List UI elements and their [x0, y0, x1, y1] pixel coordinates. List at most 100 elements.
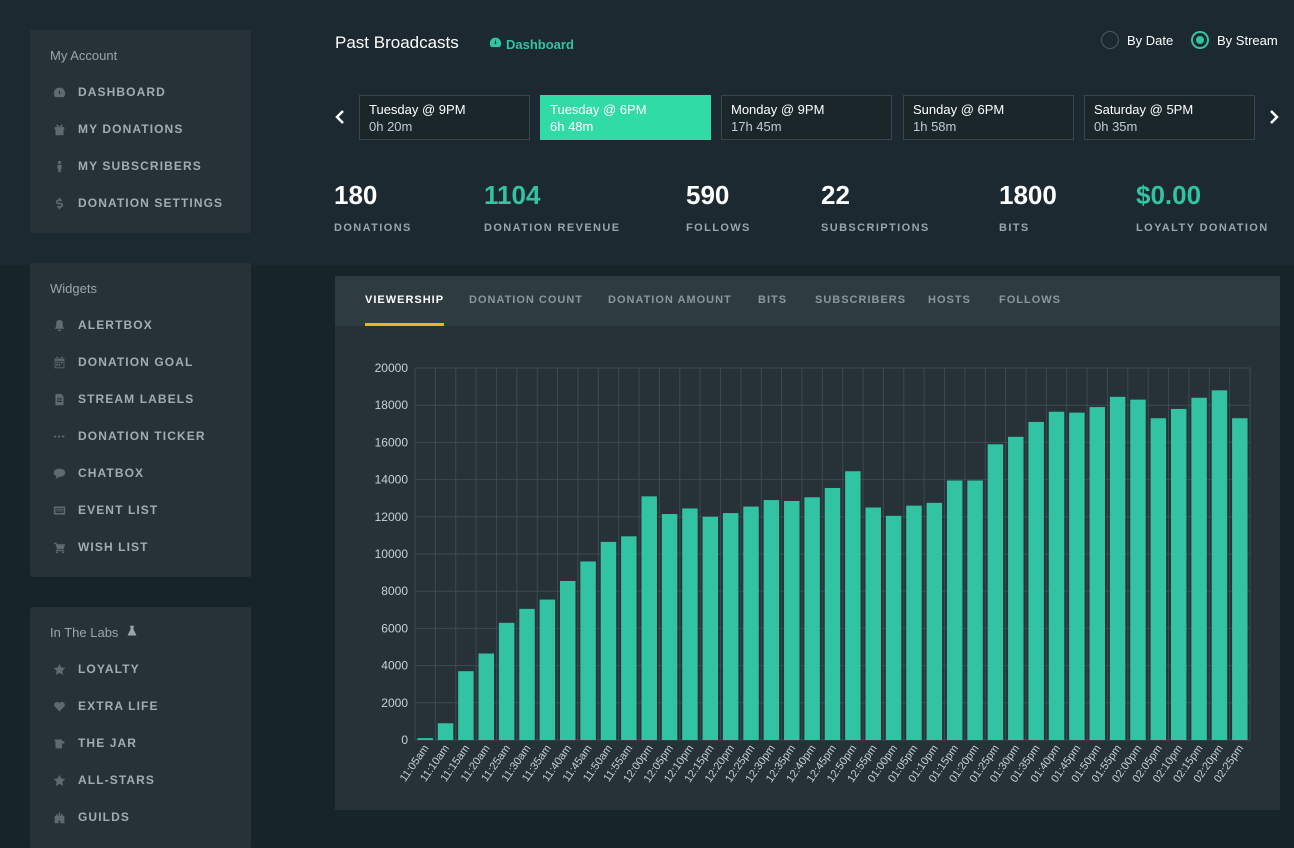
chart-tabs: VIEWERSHIP DONATION COUNT DONATION AMOUN…: [335, 276, 1280, 326]
dashboard-link[interactable]: Dashboard: [489, 36, 574, 52]
sidebar-item-guilds[interactable]: GUILDS: [52, 807, 241, 827]
sidebar-item-label: DONATION TICKER: [78, 429, 206, 443]
sidebar-item-donation-settings[interactable]: DONATION SETTINGS: [52, 193, 241, 213]
broadcast-duration: 1h 58m: [913, 119, 957, 134]
chart-bar: [621, 536, 637, 740]
stat-value: 590: [686, 180, 730, 210]
sidebar-item-label: CHATBOX: [78, 466, 145, 480]
cart-icon: [52, 540, 66, 554]
tab-subscribers[interactable]: SUBSCRIBERS: [815, 294, 906, 326]
sidebar-item-donation-goal[interactable]: DONATION GOAL: [52, 352, 241, 372]
chart-bar: [1048, 411, 1065, 740]
chevron-right-icon: [1270, 110, 1279, 124]
sidebar-item-alertbox[interactable]: ALERTBOX: [52, 315, 241, 335]
y-tick-label: 6000: [381, 621, 408, 635]
sidebar-item-label: WISH LIST: [78, 540, 149, 554]
chart-bar: [1109, 396, 1126, 740]
y-tick-label: 20000: [375, 361, 409, 375]
stat-label: BITS: [999, 222, 1030, 234]
sidebar-item-event-list[interactable]: EVENT LIST: [52, 500, 241, 520]
sidebar-item-dashboard[interactable]: DASHBOARD: [52, 82, 241, 102]
page-title: Past Broadcasts: [335, 33, 459, 52]
sidebar-item-label: MY SUBSCRIBERS: [78, 159, 202, 173]
chart-bar: [641, 496, 657, 740]
broadcast-duration: 17h 45m: [731, 119, 782, 134]
bell-icon: [52, 318, 66, 332]
star-icon: [52, 662, 66, 676]
sidebar-item-all-stars[interactable]: ALL-STARS: [52, 770, 241, 790]
tab-bits[interactable]: BITS: [758, 294, 787, 326]
broadcast-card[interactable]: Tuesday @ 9PM 0h 20m: [359, 95, 530, 140]
next-arrow[interactable]: [1267, 106, 1281, 128]
stat-donations: 180 DONATIONS: [334, 180, 412, 234]
chart-bar: [1008, 436, 1024, 740]
radio-label: By Stream: [1217, 32, 1278, 48]
radio-label: By Date: [1127, 32, 1174, 48]
tab-donation-amount[interactable]: DONATION AMOUNT: [608, 294, 732, 326]
chart-bar: [722, 513, 739, 740]
sidebar-item-stream-labels[interactable]: STREAM LABELS: [52, 389, 241, 409]
broadcast-card-active[interactable]: Tuesday @ 6PM 6h 48m: [540, 95, 711, 140]
sidebar-item-label: EVENT LIST: [78, 503, 159, 517]
chat-icon: [52, 466, 66, 480]
heart-icon: [52, 699, 66, 713]
sidebar-item-chatbox[interactable]: CHATBOX: [52, 463, 241, 483]
tab-donation-count[interactable]: DONATION COUNT: [469, 294, 583, 326]
chart-bar: [702, 516, 719, 740]
widgets-panel: Widgets ALERTBOX DONATION GOAL STREAM LA…: [30, 263, 251, 577]
stat-label: DONATION REVENUE: [484, 222, 621, 234]
sidebar-item-label: EXTRA LIFE: [78, 699, 159, 713]
sidebar-item-extra-life[interactable]: EXTRA LIFE: [52, 696, 241, 716]
sidebar-item-my-subscribers[interactable]: MY SUBSCRIBERS: [52, 156, 241, 176]
broadcast-title: Sunday @ 6PM: [913, 102, 1005, 117]
chart-bar: [784, 500, 800, 740]
chart-bar: [539, 599, 556, 740]
widgets-panel-title: Widgets: [50, 281, 97, 296]
dashboard-icon: [52, 85, 66, 99]
y-tick-label: 12000: [375, 510, 409, 524]
radio-by-stream[interactable]: By Stream: [1191, 31, 1278, 49]
chart-bar: [845, 471, 861, 740]
chart-bar: [1191, 397, 1207, 740]
chart-bar: [946, 480, 963, 740]
y-tick-label: 8000: [381, 584, 408, 598]
stat-bits: 1800 BITS: [999, 180, 1057, 234]
stat-value: 180: [334, 180, 378, 210]
tab-hosts[interactable]: HOSTS: [928, 294, 971, 326]
prev-arrow[interactable]: [333, 106, 347, 128]
sidebar-item-donation-ticker[interactable]: DONATION TICKER: [52, 426, 241, 446]
radio-circle: [1101, 31, 1119, 49]
account-panel-title: My Account: [50, 48, 118, 63]
dashboard-icon: [489, 36, 502, 52]
y-tick-label: 18000: [375, 398, 409, 412]
broadcast-card[interactable]: Sunday @ 6PM 1h 58m: [903, 95, 1074, 140]
star-icon: [52, 773, 66, 787]
sidebar-item-loyalty[interactable]: LOYALTY: [52, 659, 241, 679]
radio-circle: [1191, 31, 1209, 49]
broadcast-title: Monday @ 9PM: [731, 102, 825, 117]
chart-bar: [498, 622, 515, 740]
sidebar-item-the-jar[interactable]: THE JAR: [52, 733, 241, 753]
chart-bar: [458, 671, 474, 740]
labs-panel: In The Labs LOYALTY EXTRA LIFE THE JAR A…: [30, 607, 251, 848]
stat-loyalty-donation: $0.00 LOYALTY DONATION: [1136, 180, 1269, 234]
chart-bar: [1150, 418, 1167, 740]
chart-bar: [417, 738, 433, 740]
chart-bar: [967, 480, 983, 740]
radio-by-date[interactable]: By Date: [1101, 31, 1173, 49]
chart-bar: [1089, 407, 1105, 740]
chart-bar: [824, 487, 841, 740]
sidebar-item-my-donations[interactable]: MY DONATIONS: [52, 119, 241, 139]
tab-follows[interactable]: FOLLOWS: [999, 294, 1061, 326]
sidebar-item-wish-list[interactable]: WISH LIST: [52, 537, 241, 557]
broadcast-card[interactable]: Saturday @ 5PM 0h 35m: [1084, 95, 1255, 140]
dollar-icon: [52, 196, 66, 210]
sidebar-item-label: STREAM LABELS: [78, 392, 195, 406]
broadcast-card[interactable]: Monday @ 9PM 17h 45m: [721, 95, 892, 140]
tab-viewership[interactable]: VIEWERSHIP: [365, 294, 445, 326]
stat-donation-revenue: 1104 DONATION REVENUE: [484, 180, 620, 234]
chart-bar: [1069, 412, 1085, 740]
document-icon: [52, 392, 66, 406]
calendar-icon: [52, 355, 66, 369]
sidebar-item-label: DONATION GOAL: [78, 355, 194, 369]
